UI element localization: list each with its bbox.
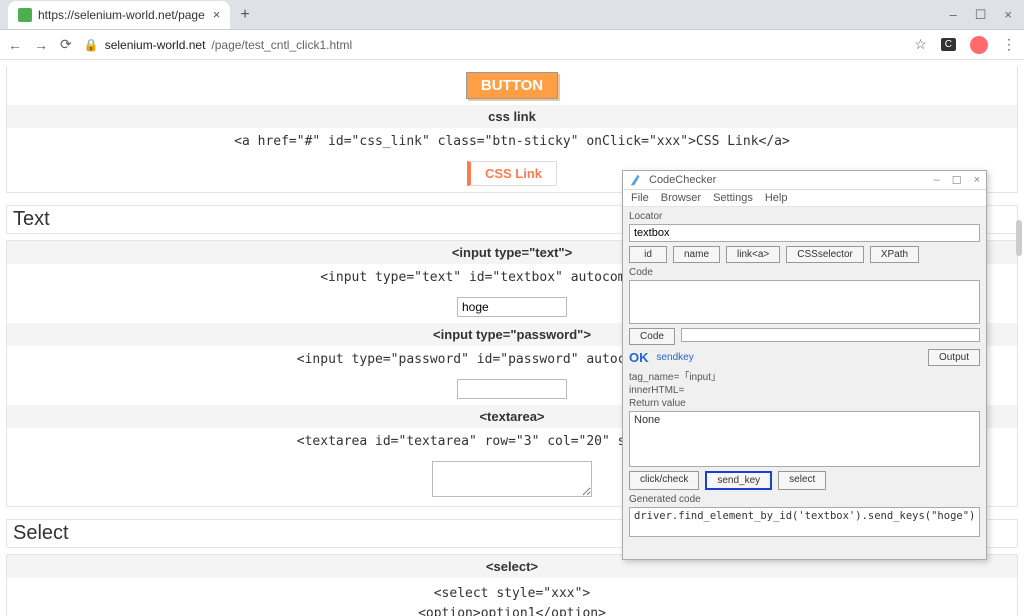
codechecker-window[interactable]: CodeChecker – ☐ × File Browser Settings … <box>622 170 987 560</box>
locator-buttons: id name link<a> CSSselector XPath <box>629 244 980 265</box>
select-section: <select> <select style="xxx"> <option>op… <box>6 554 1018 616</box>
back-button[interactable]: ← <box>8 37 22 53</box>
menu-browser[interactable]: Browser <box>661 192 701 204</box>
returnvalue-label: Return value <box>629 398 980 409</box>
favicon-icon <box>18 8 32 22</box>
click-check-button[interactable]: click/check <box>629 471 699 490</box>
locator-input[interactable] <box>629 224 980 242</box>
css-link-button[interactable]: CSS Link <box>467 161 557 186</box>
ok-status: OK <box>629 350 649 365</box>
menu-settings[interactable]: Settings <box>713 192 753 204</box>
cc-close-icon[interactable]: × <box>974 174 980 187</box>
toolbar-right: ☆ C ⋮ <box>914 36 1016 54</box>
tagname-label: tag_name=「input」 <box>629 368 980 383</box>
xpath-button[interactable]: XPath <box>870 246 919 263</box>
cc-menubar: File Browser Settings Help <box>623 190 986 207</box>
tab-close-icon[interactable]: × <box>213 7 221 22</box>
code-textarea[interactable] <box>629 280 980 324</box>
csslink-heading: css link <box>7 105 1017 128</box>
generated-code-box[interactable]: driver.find_element_by_id('textbox').sen… <box>629 507 980 537</box>
innerhtml-label: innerHTML= <box>629 385 980 396</box>
cc-maximize-icon[interactable]: ☐ <box>952 174 962 187</box>
url-host: selenium-world.net <box>105 38 206 52</box>
extension-badge[interactable]: C <box>941 38 956 51</box>
close-icon[interactable]: × <box>1004 7 1012 23</box>
cc-minimize-icon[interactable]: – <box>934 174 940 187</box>
menu-dots-icon[interactable]: ⋮ <box>1002 36 1016 53</box>
browser-titlebar: https://selenium-world.net/page × + – ☐ … <box>0 0 1024 30</box>
password-input[interactable] <box>457 379 567 399</box>
cc-titlebar[interactable]: CodeChecker – ☐ × <box>623 171 986 190</box>
menu-help[interactable]: Help <box>765 192 788 204</box>
browser-window: https://selenium-world.net/page × + – ☐ … <box>0 0 1024 616</box>
code-label: Code <box>629 267 980 278</box>
address-bar: ← → ⟳ 🔒 selenium-world.net /page/test_cn… <box>0 30 1024 60</box>
textbox-input[interactable] <box>457 297 567 317</box>
button-orange[interactable]: BUTTON <box>466 72 558 99</box>
feather-icon <box>629 173 643 187</box>
reload-button[interactable]: ⟳ <box>60 36 72 53</box>
lock-icon: 🔒 <box>84 38 99 52</box>
cc-window-controls: – ☐ × <box>934 174 980 187</box>
generated-code-text: driver.find_element_by_id('textbox').sen… <box>634 510 975 522</box>
profile-avatar[interactable] <box>970 36 988 54</box>
textarea-input[interactable] <box>432 461 592 497</box>
generatedcode-label: Generated code <box>629 494 980 505</box>
return-value-text: None <box>634 414 660 426</box>
code-row: Code <box>629 326 980 347</box>
locator-label: Locator <box>629 211 980 222</box>
select-code-line: <option>option1</option> <box>13 604 1011 616</box>
browser-tab[interactable]: https://selenium-world.net/page × <box>8 1 230 29</box>
select-code-line: <select style="xxx"> <box>13 584 1011 604</box>
cc-body: Locator id name link<a> CSSselector XPat… <box>623 207 986 559</box>
return-value-box[interactable]: None <box>629 411 980 467</box>
status-line: OK sendkey Output <box>629 349 980 366</box>
output-button[interactable]: Output <box>928 349 980 366</box>
maximize-icon[interactable]: ☐ <box>975 7 987 23</box>
code-line-input[interactable] <box>681 328 980 342</box>
csslink-code: <a href="#" id="css_link" class="btn-sti… <box>7 128 1017 155</box>
forward-button[interactable]: → <box>34 37 48 53</box>
tab-title: https://selenium-world.net/page <box>38 8 205 22</box>
cc-title: CodeChecker <box>649 174 716 186</box>
sendkey-label: sendkey <box>657 352 694 363</box>
minimize-icon[interactable]: – <box>950 7 957 23</box>
send-key-button[interactable]: send_key <box>705 471 772 490</box>
window-controls: – ☐ × <box>938 7 1024 23</box>
url-path: /page/test_cntl_click1.html <box>211 38 352 52</box>
code-button[interactable]: Code <box>629 328 675 345</box>
id-button[interactable]: id <box>629 246 667 263</box>
name-button[interactable]: name <box>673 246 720 263</box>
new-tab-button[interactable]: + <box>240 6 249 24</box>
select-button[interactable]: select <box>778 471 826 490</box>
link-a-button[interactable]: link<a> <box>726 246 780 263</box>
bookmark-star-icon[interactable]: ☆ <box>914 36 927 53</box>
menu-file[interactable]: File <box>631 192 649 204</box>
url-field[interactable]: 🔒 selenium-world.net /page/test_cntl_cli… <box>84 38 902 52</box>
cssselector-button[interactable]: CSSselector <box>786 246 864 263</box>
action-buttons: click/check send_key select <box>629 469 980 492</box>
scrollbar-thumb[interactable] <box>1016 220 1022 256</box>
